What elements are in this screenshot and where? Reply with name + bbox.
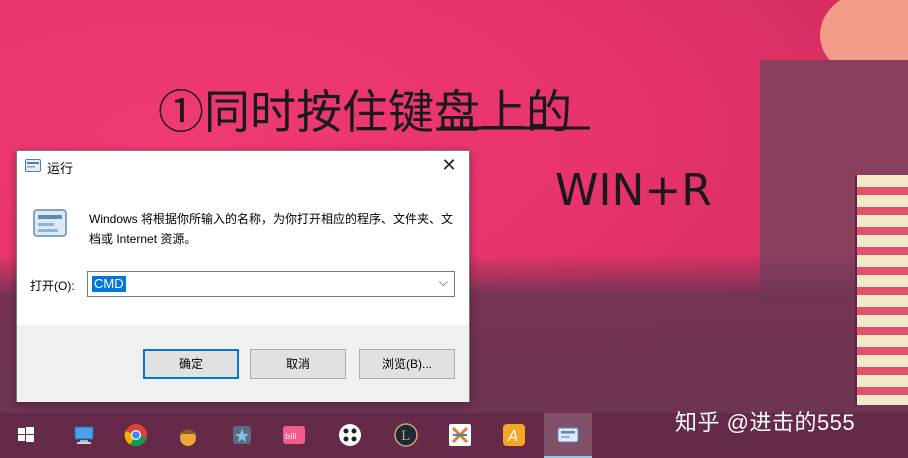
watermark: 知乎 @进击的555 [675,410,856,435]
open-label: 打开(O): [30,279,75,293]
computer-icon [74,426,94,444]
taskbar-pc[interactable] [60,413,108,458]
windows-logo-icon [18,427,34,442]
bookmark-star-icon [233,426,251,444]
x-app-icon [449,424,471,446]
taskbar-circles[interactable] [326,413,374,458]
bilibili-icon: bili [283,426,305,444]
acorn-icon [179,425,197,446]
a-app-icon: A [503,424,525,446]
chevron-down-icon[interactable]: ⌵ [439,275,448,290]
taskbar-league[interactable]: L [382,413,430,458]
close-button[interactable]: ✕ [429,151,469,179]
run-icon [25,159,41,172]
wallpaper-stripes [855,175,908,405]
taskbar-a-app[interactable]: A [490,413,538,458]
taskbar-run[interactable] [544,413,592,458]
taskbar-chrome[interactable] [112,413,160,458]
dots-circle-icon [339,424,361,446]
taskbar-acorn[interactable] [164,413,212,458]
cancel-button[interactable]: 取消 [250,349,346,379]
chrome-icon [124,424,147,447]
svg-text:bili: bili [285,432,297,441]
svg-text:A: A [507,427,518,445]
dialog-titlebar[interactable]: 运行 ✕ [17,151,469,181]
dialog-description: Windows 将根据你所输入的名称，为你打开相应的程序、文件夹、文档或 Int… [89,212,454,246]
close-icon: ✕ [441,155,457,175]
taskbar-start[interactable] [2,413,50,458]
browse-button[interactable]: 浏览(B)... [359,349,455,379]
run-app-icon [33,209,67,237]
open-input[interactable]: CMD [92,276,126,292]
taskbar-bookmark[interactable] [218,413,266,458]
dialog-footer: 确定 取消 浏览(B)... [17,325,469,402]
dialog-title: 运行 [47,161,74,176]
ok-button[interactable]: 确定 [143,349,239,379]
svg-text:L: L [401,429,410,444]
taskbar-x-app[interactable] [436,413,484,458]
run-icon [557,427,579,443]
league-icon: L [394,423,418,447]
run-dialog: 运行 ✕ Windows 将根据你所输入的名称，为你打开相应的程序、文件夹、文档… [16,150,470,402]
taskbar-bilibili[interactable]: bili [270,413,318,458]
open-combobox[interactable]: CMD ⌵ [87,271,455,297]
